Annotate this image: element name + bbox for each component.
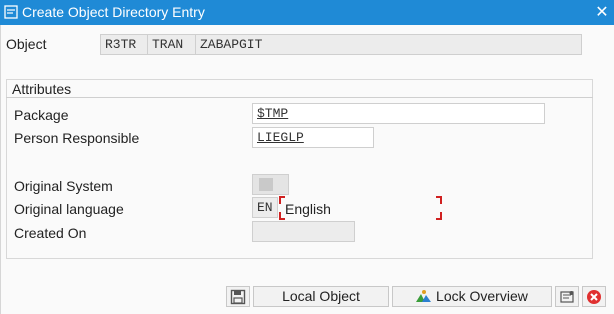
person-responsible-input[interactable]: LIEGLP <box>252 127 374 148</box>
cancel-icon <box>587 290 601 304</box>
floppy-disk-icon <box>230 289 246 305</box>
redacted-value <box>259 178 273 191</box>
lock-overview-icon <box>416 290 432 302</box>
created-on-label: Created On <box>14 225 87 241</box>
original-language-label: Original language <box>14 201 124 217</box>
package-label: Package <box>14 107 69 123</box>
required-marker-bottom-right <box>436 212 442 220</box>
title-bar: Create Object Directory Entry ✕ <box>0 0 614 25</box>
object-list-icon <box>560 291 574 303</box>
object-type-field: TRAN <box>147 34 196 55</box>
save-button[interactable] <box>226 286 250 307</box>
original-system-label: Original System <box>14 178 113 194</box>
window-icon <box>4 5 18 19</box>
lock-overview-label: Lock Overview <box>436 288 528 304</box>
created-on-field <box>252 221 355 242</box>
object-name-field: ZABAPGIT <box>195 34 582 55</box>
original-language-name: English <box>285 201 331 217</box>
close-icon[interactable]: ✕ <box>590 0 614 25</box>
window-title: Create Object Directory Entry <box>22 4 205 20</box>
local-object-button[interactable]: Local Object <box>253 286 389 307</box>
lock-overview-button[interactable]: Lock Overview <box>392 286 552 307</box>
package-input[interactable]: $TMP <box>252 103 545 124</box>
object-label: Object <box>6 36 47 52</box>
required-marker-top-right <box>436 196 442 204</box>
other-object-button[interactable] <box>555 286 579 307</box>
attributes-title: Attributes <box>6 80 593 98</box>
original-language-code-field: EN <box>252 197 278 218</box>
person-responsible-label: Person Responsible <box>14 130 140 146</box>
object-program-id-field: R3TR <box>100 34 148 55</box>
original-system-field <box>252 174 289 195</box>
cancel-button[interactable] <box>582 286 606 307</box>
